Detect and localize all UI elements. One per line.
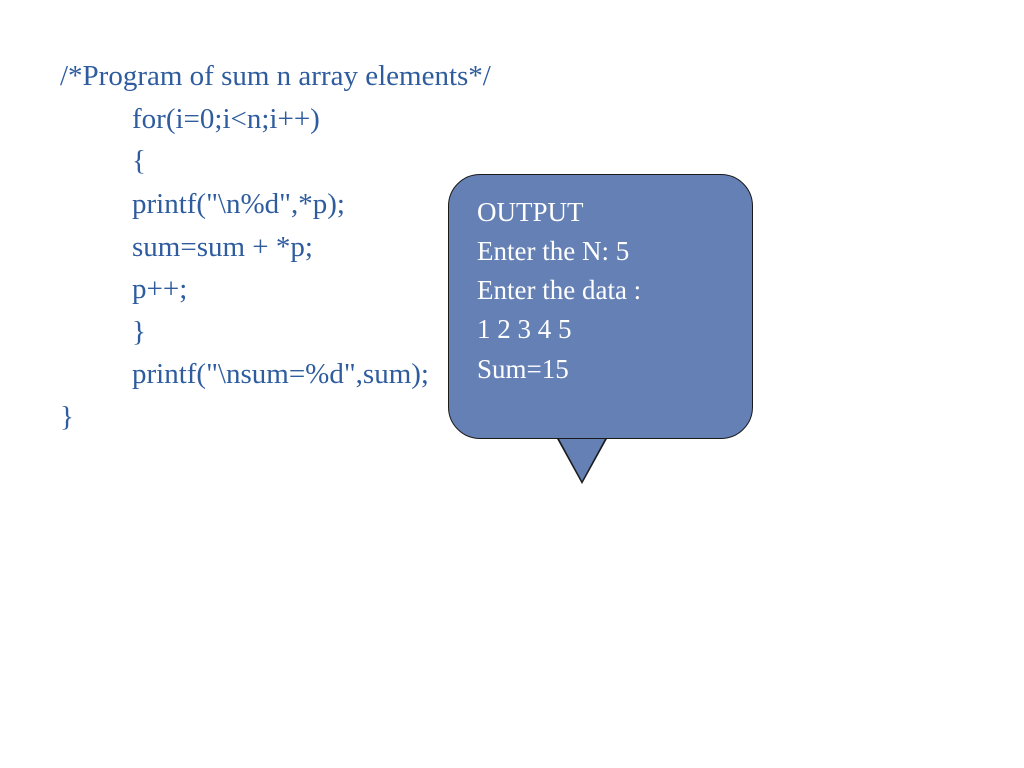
callout-line-3: 1 2 3 4 5 <box>477 310 724 349</box>
code-line-printf1: printf("\n%d",*p); <box>60 183 491 226</box>
output-callout: OUTPUT Enter the N: 5 Enter the data : 1… <box>448 174 753 439</box>
code-block: /*Program of sum n array elements*/ for(… <box>60 55 491 439</box>
code-line-sum: sum=sum + *p; <box>60 226 491 269</box>
callout-line-4: Sum=15 <box>477 350 724 389</box>
code-line-for: for(i=0;i<n;i++) <box>60 98 491 141</box>
code-line-brace-open: { <box>60 140 491 183</box>
callout-title: OUTPUT <box>477 193 724 232</box>
code-line-printf2: printf("\nsum=%d",sum); <box>60 353 491 396</box>
callout-line-2: Enter the data : <box>477 271 724 310</box>
callout-line-1: Enter the N: 5 <box>477 232 724 271</box>
code-line-comment: /*Program of sum n array elements*/ <box>60 55 491 98</box>
callout-tail <box>558 437 606 481</box>
code-line-final-brace: } <box>60 396 491 439</box>
code-line-brace-close: } <box>60 311 491 354</box>
code-line-pinc: p++; <box>60 268 491 311</box>
